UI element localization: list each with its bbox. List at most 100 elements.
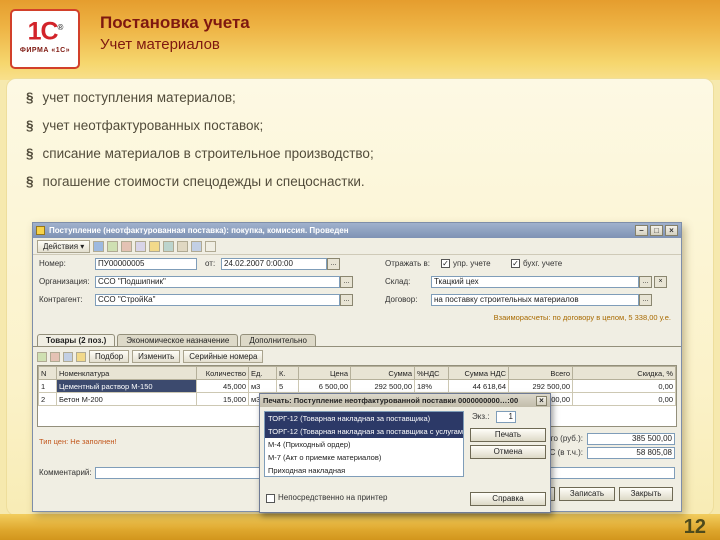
contractor-select-button[interactable]: ... — [340, 294, 353, 306]
move-up-icon[interactable] — [63, 351, 73, 362]
refresh-icon[interactable] — [191, 240, 203, 252]
date-picker-button[interactable]: ... — [327, 258, 340, 270]
minimize-button[interactable]: – — [635, 225, 648, 236]
reflect-label: Отражать в: — [385, 259, 430, 268]
col-header[interactable]: Сумма НДС — [448, 366, 509, 380]
copy-icon[interactable] — [121, 240, 133, 252]
bullet-item: § учет неотфактурованных поставок; — [26, 118, 374, 133]
help-icon[interactable] — [205, 240, 217, 252]
print-form-item[interactable]: ТОРГ-12 (Товарная накладная за поставщик… — [265, 412, 463, 425]
chevron-down-icon: ▾ — [80, 241, 85, 251]
date-field[interactable]: 24.02.2007 0:00:00 — [221, 258, 327, 270]
contract-field[interactable]: на поставку строительных материалов — [431, 294, 639, 306]
close-button[interactable]: × — [665, 225, 678, 236]
window-titlebar[interactable]: Поступление (неотфактурованная поставка)… — [33, 223, 681, 238]
col-header[interactable]: К. — [276, 366, 299, 380]
warehouse-label: Склад: — [385, 277, 411, 286]
direct-print-checkbox[interactable] — [266, 494, 275, 503]
print-form-item[interactable]: М-4 (Приходный ордер) — [265, 438, 463, 451]
table-row[interactable]: 1 Цементный раствор М-150 45,000 м3 5 6 … — [38, 379, 676, 393]
delete-icon[interactable] — [135, 240, 147, 252]
table-toolbar: Подбор Изменить Серийные номера — [33, 349, 681, 364]
price-type-warning[interactable]: Тип цен: Не заполнен! — [39, 437, 117, 446]
dialog-close-button[interactable]: × — [536, 395, 547, 406]
col-header[interactable]: Количество — [196, 366, 249, 380]
actions-menu-button[interactable]: Действия ▾ — [37, 239, 91, 253]
contractor-field[interactable]: ССО "СтройКа" — [95, 294, 340, 306]
tab-economic-purpose[interactable]: Экономическое назначение — [117, 334, 239, 346]
print-form-item[interactable]: Приходная накладная — [265, 464, 463, 476]
pick-button[interactable]: Подбор — [89, 350, 130, 363]
dialog-help-button[interactable]: Справка — [470, 492, 546, 506]
1c-firm-label: ФИРМА «1С» — [19, 47, 71, 55]
book-accounting-label: бухг. учете — [523, 259, 563, 268]
table-header-row: N Номенклатура Количество Ед. К. Цена Су… — [38, 366, 676, 380]
write-button[interactable]: Записать — [559, 487, 615, 501]
tab-additional[interactable]: Дополнительно — [240, 334, 316, 346]
maximize-button[interactable]: □ — [650, 225, 663, 236]
col-header[interactable]: %НДС — [414, 366, 449, 380]
post-document-icon[interactable] — [149, 240, 161, 252]
document-icon — [36, 226, 45, 235]
col-header[interactable]: Сумма — [350, 366, 415, 380]
col-header[interactable]: N — [38, 366, 57, 380]
bullet-text: погашение стоимости спецодежды и спецосн… — [42, 174, 365, 189]
copies-label: Экз.: — [472, 412, 490, 421]
bullet-marker: § — [26, 174, 34, 189]
warehouse-select-button[interactable]: ... — [639, 276, 652, 288]
page-number: 12 — [683, 516, 706, 538]
close-document-button[interactable]: Закрыть — [619, 487, 673, 501]
settlement-note-link[interactable]: Взаиморасчеты: по договору в целом, 5 33… — [494, 313, 671, 322]
dialog-print-button[interactable]: Печать — [470, 428, 546, 442]
bullet-list: § учет поступления материалов; § учет не… — [26, 90, 374, 202]
management-accounting-label: упр. учете — [453, 259, 491, 268]
print-icon[interactable] — [163, 240, 175, 252]
bullet-text: учет поступления материалов; — [42, 90, 236, 105]
comment-label: Комментарий: — [39, 468, 92, 477]
add-row-icon[interactable] — [37, 351, 47, 362]
contract-select-button[interactable]: ... — [639, 294, 652, 306]
warehouse-field[interactable]: Ткацкий цех — [431, 276, 639, 288]
organization-label: Организация: — [39, 277, 90, 286]
col-header[interactable]: Ед. — [248, 366, 277, 380]
col-header[interactable]: Скидка, % — [572, 366, 676, 380]
organization-select-button[interactable]: ... — [340, 276, 353, 288]
tab-goods[interactable]: Товары (2 поз.) — [37, 334, 116, 346]
number-field[interactable]: ПУ00000005 — [95, 258, 197, 270]
move-down-icon[interactable] — [76, 351, 86, 362]
save-icon[interactable] — [107, 240, 119, 252]
vat-value: 58 805,08 — [587, 447, 675, 459]
delete-row-icon[interactable] — [50, 351, 60, 362]
print-dialog-titlebar[interactable]: Печать: Поступление неотфактурованной по… — [260, 394, 550, 407]
page-subtitle: Учет материалов — [100, 36, 220, 53]
window-toolbar: Действия ▾ — [33, 238, 681, 255]
organization-field[interactable]: ССО "Подшипник" — [95, 276, 340, 288]
management-accounting-checkbox[interactable]: ✓ — [441, 259, 450, 268]
structure-icon[interactable] — [177, 240, 189, 252]
new-icon[interactable] — [93, 240, 105, 252]
warehouse-clear-button[interactable]: × — [654, 276, 667, 288]
col-header[interactable]: Цена — [298, 366, 351, 380]
print-form-item[interactable]: М-7 (Акт о приемке материалов) — [265, 451, 463, 464]
number-label: Номер: — [39, 259, 66, 268]
copies-field[interactable]: 1 — [496, 411, 516, 423]
total-value: 385 500,00 — [587, 433, 675, 445]
print-form-item[interactable]: ТОРГ-12 (Товарная накладная за поставщик… — [265, 425, 463, 438]
window-controls: – □ × — [635, 225, 678, 236]
direct-print-label: Непосредственно на принтер — [278, 493, 388, 502]
col-header[interactable]: Всего — [508, 366, 573, 380]
contractor-label: Контрагент: — [39, 295, 83, 304]
book-accounting-checkbox[interactable]: ✓ — [511, 259, 520, 268]
tab-strip: Товары (2 поз.) Экономическое назначение… — [33, 331, 681, 347]
bullet-item: § учет поступления материалов; — [26, 90, 374, 105]
bullet-marker: § — [26, 118, 34, 133]
print-dialog: Печать: Поступление неотфактурованной по… — [259, 393, 551, 513]
contract-label: Договор: — [385, 295, 418, 304]
bullet-item: § погашение стоимости спецодежды и спецо… — [26, 174, 374, 189]
dialog-cancel-button[interactable]: Отмена — [470, 445, 546, 459]
serial-numbers-button[interactable]: Серийные номера — [183, 350, 264, 363]
col-header[interactable]: Номенклатура — [56, 366, 197, 380]
1c-logo: 1С® ФИРМА «1С» — [10, 9, 80, 69]
title-block: Постановка учета Учет материалов — [100, 13, 250, 53]
edit-button[interactable]: Изменить — [132, 350, 181, 363]
